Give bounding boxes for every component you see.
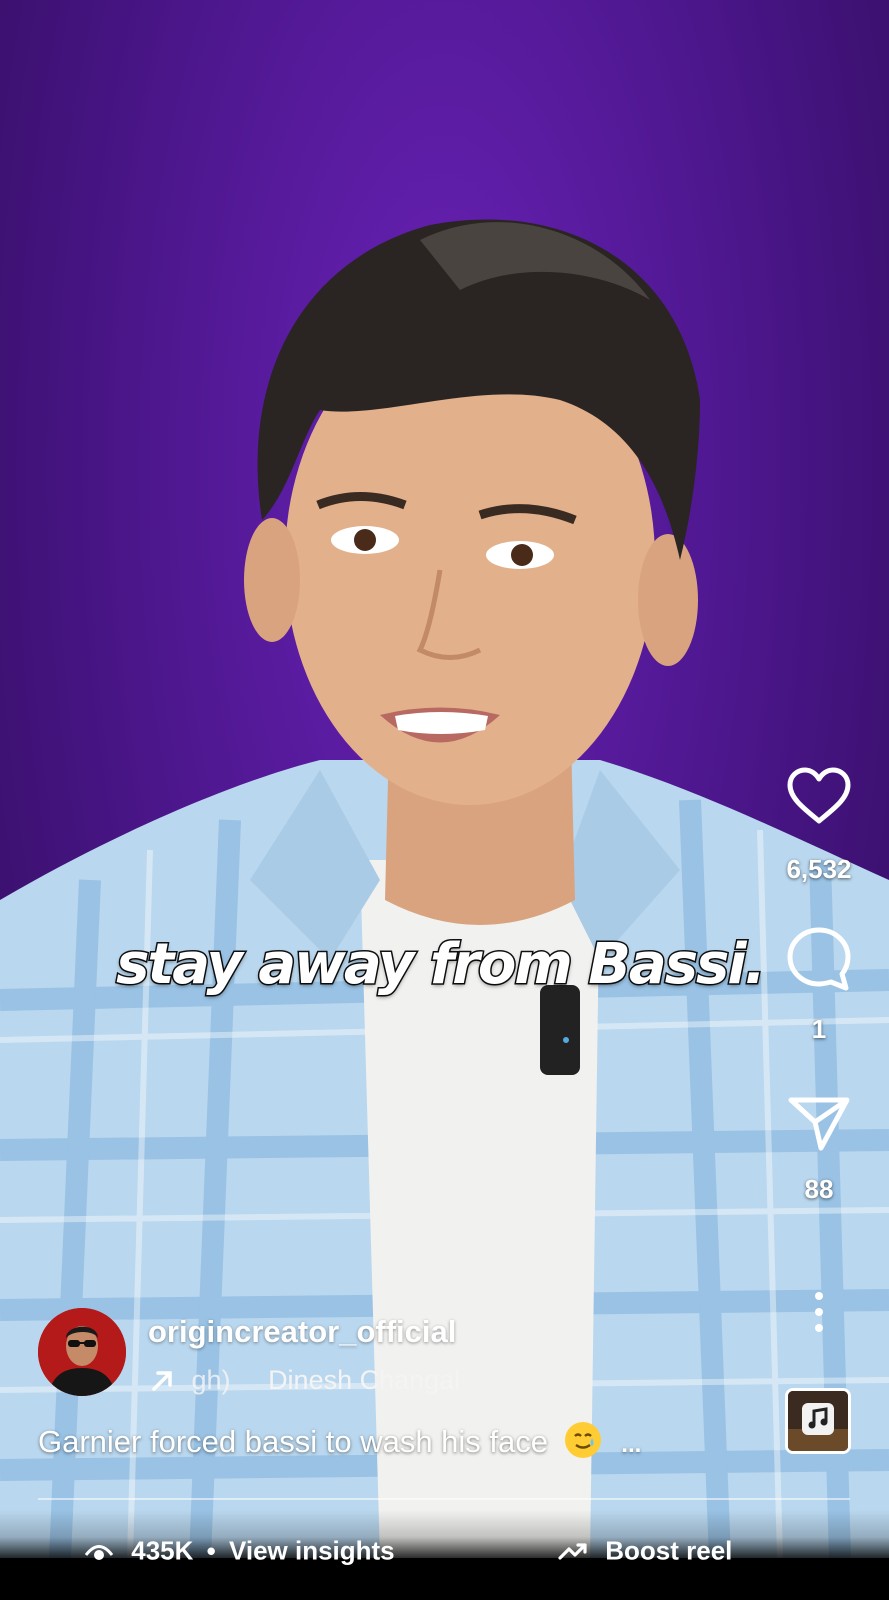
comment-action[interactable]: 1 [749,926,889,1045]
like-action[interactable]: 6,532 [749,766,889,885]
video-caption-text: stay away from Bassi. [115,931,768,999]
audio-artist: Dinesh Changal [268,1365,461,1396]
divider [38,1498,850,1500]
author-info: origincreator_official gh) Dinesh Changa… [38,1308,738,1398]
music-note-icon [788,1391,848,1451]
view-count: 435K [131,1535,194,1566]
trending-up-icon [558,1543,587,1560]
audio-info[interactable]: gh) Dinesh Changal [148,1364,460,1400]
boost-reel-label: Boost reel [605,1535,733,1566]
audio-track-thumbnail[interactable] [785,1388,851,1454]
description-more[interactable]: ... [621,1431,641,1458]
paper-plane-icon[interactable] [787,1094,851,1152]
reel-screen: stay away from Bassi. 6,532 1 88 originc… [0,0,889,1600]
view-insights-button[interactable]: 435K • View insights [84,1534,395,1567]
audio-title-fragment: gh) [191,1365,231,1396]
heart-icon[interactable] [786,766,852,826]
more-vertical-icon[interactable] [807,1290,831,1334]
share-count: 88 [804,1174,834,1204]
comment-count: 1 [811,1014,827,1044]
share-action[interactable]: 88 [749,1094,889,1205]
avatar[interactable] [38,1308,126,1396]
comment-bubble-icon[interactable] [786,926,852,992]
avatar-image [38,1308,126,1396]
view-insights-label: View insights [228,1535,395,1566]
action-rail: 6,532 1 88 [749,0,889,1600]
boost-reel-button[interactable]: Boost reel [558,1534,732,1567]
smiling-tear-emoji-icon [564,1422,601,1458]
stats-separator: • [206,1535,216,1566]
reel-description[interactable]: Garnier forced bassi to wash his face ..… [38,1422,641,1460]
author-username[interactable]: origincreator_official [148,1314,456,1350]
arrow-up-right-icon [152,1371,172,1391]
eye-icon [84,1545,114,1561]
reel-stats-bar: 435K • View insights Boost reel [0,1510,889,1600]
like-count: 6,532 [786,854,852,884]
description-text: Garnier forced bassi to wash his face [38,1424,549,1459]
